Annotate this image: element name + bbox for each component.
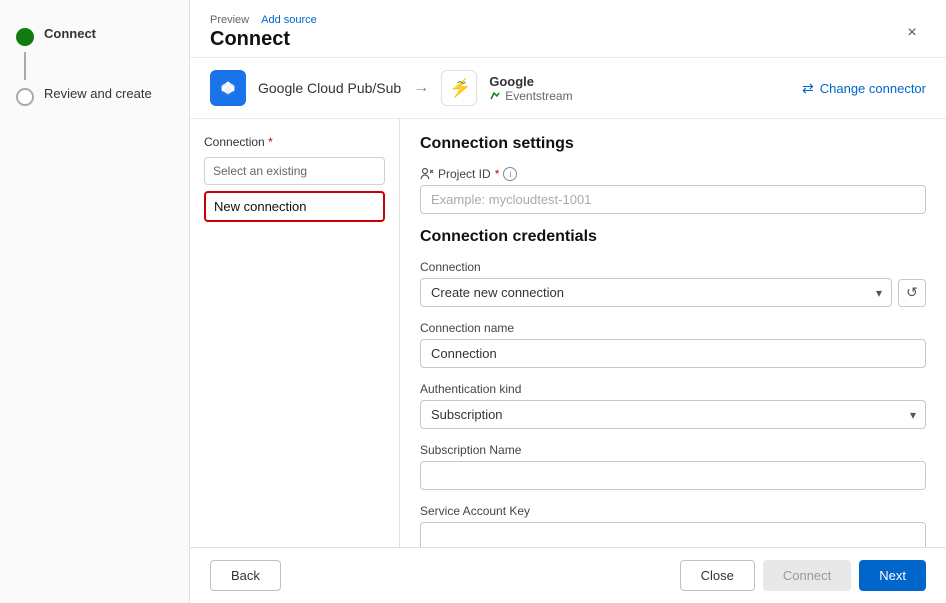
connect-button: Connect bbox=[763, 560, 851, 591]
project-id-input[interactable] bbox=[420, 185, 926, 214]
left-panel: Connection * Select an existing New conn… bbox=[190, 119, 400, 547]
breadcrumb-add-source[interactable]: Add source bbox=[261, 14, 317, 26]
change-connector-button[interactable]: ⇄ Change connector bbox=[802, 80, 926, 97]
arrow-icon: → bbox=[413, 79, 429, 97]
footer-right: Close Connect Next bbox=[680, 560, 926, 591]
dialog-header: Preview Add source Connect × bbox=[190, 0, 946, 58]
step-connect: Connect bbox=[16, 20, 173, 52]
service-account-label: Service Account Key bbox=[420, 504, 926, 518]
step-review: Review and create bbox=[16, 80, 173, 112]
connection-select-wrapper: Create new connection bbox=[420, 278, 892, 307]
project-icon bbox=[420, 167, 434, 181]
refresh-button[interactable]: ↺ bbox=[898, 279, 926, 307]
dest-sub: Eventstream bbox=[489, 89, 572, 103]
subscription-name-group: Subscription Name bbox=[420, 443, 926, 490]
header-title-area: Preview Add source Connect bbox=[210, 14, 317, 51]
dest-title: Google bbox=[489, 74, 572, 89]
dialog-footer: Back Close Connect Next bbox=[190, 547, 946, 603]
source-icon bbox=[210, 70, 246, 106]
step-connector bbox=[24, 52, 26, 80]
back-button[interactable]: Back bbox=[210, 560, 281, 591]
auth-kind-label: Authentication kind bbox=[420, 382, 926, 396]
eventstream-icon: ⚡ 〜 bbox=[445, 74, 473, 102]
breadcrumb-preview: Preview bbox=[210, 14, 249, 26]
swap-icon: ⇄ bbox=[802, 80, 814, 97]
new-connection-button[interactable]: New connection bbox=[204, 191, 385, 222]
subscription-name-label: Subscription Name bbox=[420, 443, 926, 457]
connection-select-row: Create new connection ↺ bbox=[420, 278, 926, 307]
step-label-connect: Connect bbox=[44, 26, 96, 41]
connection-name-input[interactable] bbox=[420, 339, 926, 368]
connection-name-label: Connection name bbox=[420, 321, 926, 335]
page-title: Connect bbox=[210, 28, 317, 51]
step-circle-review bbox=[16, 88, 34, 106]
service-account-input[interactable] bbox=[420, 522, 926, 547]
select-existing-button[interactable]: Select an existing bbox=[204, 157, 385, 185]
credentials-title: Connection credentials bbox=[420, 228, 926, 246]
project-id-required: * bbox=[495, 167, 500, 181]
connection-settings-title: Connection settings bbox=[420, 135, 926, 153]
footer-left: Back bbox=[210, 560, 281, 591]
connection-section-label: Connection * bbox=[204, 135, 385, 149]
connection-select-group: Connection Create new connection ↺ bbox=[420, 260, 926, 307]
auth-kind-select[interactable]: Subscription bbox=[420, 400, 926, 429]
project-id-label: Project ID * i bbox=[420, 167, 926, 181]
auth-kind-group: Authentication kind Subscription bbox=[420, 382, 926, 429]
main-content: Preview Add source Connect × bbox=[190, 0, 946, 603]
required-marker: * bbox=[268, 135, 273, 149]
info-icon[interactable]: i bbox=[503, 167, 517, 181]
close-footer-button[interactable]: Close bbox=[680, 560, 755, 591]
pubsub-icon bbox=[217, 77, 239, 99]
source-bar: Google Cloud Pub/Sub → ⚡ 〜 Google Events… bbox=[190, 58, 946, 119]
dialog-body: Connection * Select an existing New conn… bbox=[190, 119, 946, 547]
sidebar: Connect Review and create bbox=[0, 0, 190, 603]
connection-select[interactable]: Create new connection bbox=[420, 278, 892, 307]
stepper: Connect Review and create bbox=[16, 20, 173, 112]
next-button[interactable]: Next bbox=[859, 560, 926, 591]
service-account-group: Service Account Key bbox=[420, 504, 926, 547]
subscription-name-input[interactable] bbox=[420, 461, 926, 490]
step-label-review: Review and create bbox=[44, 86, 152, 101]
close-button[interactable]: × bbox=[898, 19, 926, 47]
step-circle-connect bbox=[16, 28, 34, 46]
eventstream-small-icon bbox=[489, 90, 501, 102]
connection-select-label: Connection bbox=[420, 260, 926, 274]
breadcrumb: Preview Add source bbox=[210, 14, 317, 26]
settings-panel: Connection settings Project ID * i bbox=[400, 119, 946, 547]
auth-kind-select-wrapper: Subscription bbox=[420, 400, 926, 429]
dest-info: Google Eventstream bbox=[489, 74, 572, 103]
dest-icon: ⚡ 〜 bbox=[441, 70, 477, 106]
project-id-group: Project ID * i bbox=[420, 167, 926, 214]
source-name: Google Cloud Pub/Sub bbox=[258, 80, 401, 96]
svg-text:〜: 〜 bbox=[457, 78, 466, 88]
connection-name-group: Connection name bbox=[420, 321, 926, 368]
